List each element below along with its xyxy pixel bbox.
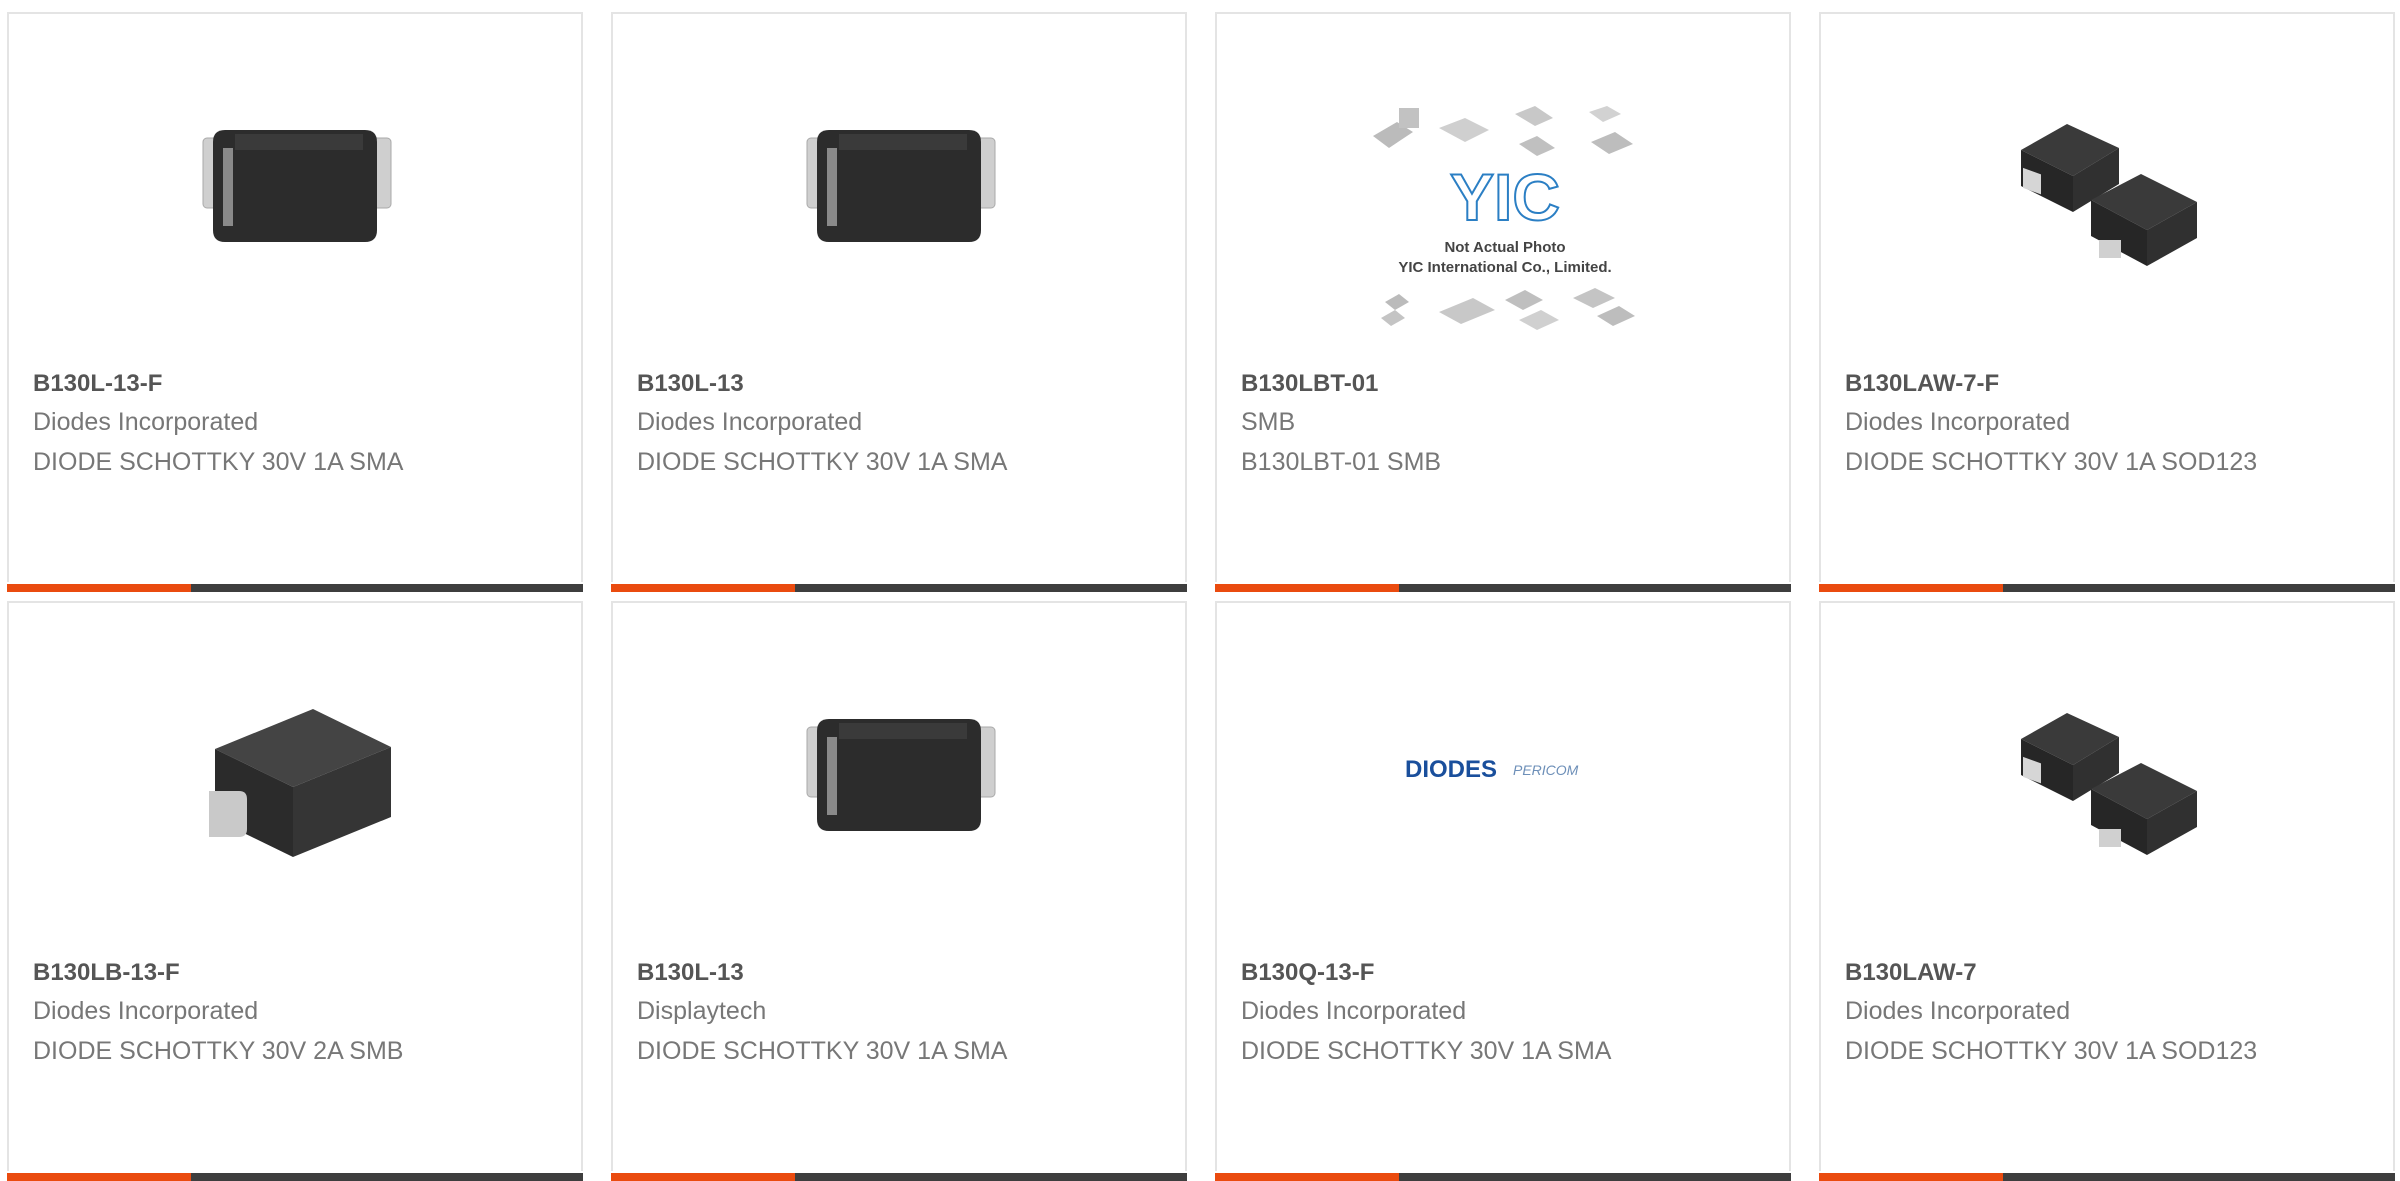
product-card[interactable]: B130L-13 Displaytech DIODE SCHOTTKY 30V … xyxy=(611,601,1187,1181)
description: DIODE SCHOTTKY 30V 1A SMA xyxy=(33,448,404,476)
product-grid: B130L-13-F Diodes Incorporated DIODE SCH… xyxy=(0,0,2400,1181)
manufacturer: Diodes Incorporated xyxy=(33,408,259,436)
product-card[interactable]: B130LAW-7 Diodes Incorporated DIODE SCHO… xyxy=(1819,601,2395,1181)
card-accent xyxy=(1215,1173,1399,1181)
part-number[interactable]: B130LAW-7-F xyxy=(1845,370,1999,398)
manufacturer: Diodes Incorporated xyxy=(1845,408,2071,436)
card-bottom-bar xyxy=(1215,1173,1791,1181)
description: DIODE SCHOTTKY 30V 1A SMA xyxy=(637,448,1008,476)
svg-text:YIC International Co., Limited: YIC International Co., Limited. xyxy=(1398,259,1611,276)
sma-diode-package-icon xyxy=(202,130,392,242)
card-bottom-bar xyxy=(1819,584,2395,592)
description: DIODE SCHOTTKY 30V 1A SMA xyxy=(1241,1037,1612,1065)
product-image[interactable] xyxy=(195,90,399,294)
manufacturer: Diodes Incorporated xyxy=(637,408,863,436)
part-number[interactable]: B130Q-13-F xyxy=(1241,959,1374,987)
card-accent xyxy=(611,1173,795,1181)
part-number[interactable]: B130L-13-F xyxy=(33,370,162,398)
description: B130LBT-01 SMB xyxy=(1241,448,1442,476)
svg-text:PERICOM: PERICOM xyxy=(1513,762,1579,778)
card-bottom-bar xyxy=(1819,1173,2395,1181)
product-image[interactable]: YIC Not Actual Photo YIC International C… xyxy=(1369,102,1641,342)
manufacturer: Displaytech xyxy=(637,997,767,1025)
svg-text:DIODES: DIODES xyxy=(1405,756,1497,783)
card-bottom-bar xyxy=(7,1173,583,1181)
card-bottom-bar xyxy=(1215,584,1791,592)
product-card[interactable]: DIODES PERICOM B130Q-13-F Diodes Incorpo… xyxy=(1215,601,1791,1181)
part-number[interactable]: B130LB-13-F xyxy=(33,959,180,987)
card-bottom-bar xyxy=(611,1173,1187,1181)
manufacturer: Diodes Incorporated xyxy=(33,997,259,1025)
product-image[interactable] xyxy=(2007,90,2211,294)
card-accent xyxy=(7,1173,191,1181)
yic-placeholder-icon: YIC Not Actual Photo YIC International C… xyxy=(1373,106,1635,330)
product-card[interactable]: B130L-13-F Diodes Incorporated DIODE SCH… xyxy=(7,12,583,592)
part-number[interactable]: B130LAW-7 xyxy=(1845,959,1977,987)
product-card[interactable]: B130L-13 Diodes Incorporated DIODE SCHOT… xyxy=(611,12,1187,592)
card-accent xyxy=(7,584,191,592)
part-number[interactable]: B130LBT-01 xyxy=(1241,370,1378,398)
description: DIODE SCHOTTKY 30V 1A SMA xyxy=(637,1037,1008,1065)
product-image[interactable] xyxy=(2007,679,2211,883)
sod123-package-icon xyxy=(2021,713,2197,855)
card-accent xyxy=(611,584,795,592)
card-accent xyxy=(1819,584,2003,592)
product-image[interactable] xyxy=(799,90,1003,294)
product-card[interactable]: YIC Not Actual Photo YIC International C… xyxy=(1215,12,1791,592)
sma-diode-package-icon xyxy=(806,719,996,831)
description: DIODE SCHOTTKY 30V 2A SMB xyxy=(33,1037,404,1065)
card-bottom-bar xyxy=(611,584,1187,592)
product-image[interactable] xyxy=(799,679,1003,883)
manufacturer: Diodes Incorporated xyxy=(1241,997,1467,1025)
part-number[interactable]: B130L-13 xyxy=(637,370,744,398)
product-image[interactable]: DIODES PERICOM xyxy=(1403,751,1607,791)
card-accent xyxy=(1215,584,1399,592)
product-image[interactable] xyxy=(195,679,399,883)
product-card[interactable]: B130LB-13-F Diodes Incorporated DIODE SC… xyxy=(7,601,583,1181)
description: DIODE SCHOTTKY 30V 1A SOD123 xyxy=(1845,1037,2258,1065)
manufacturer: SMB xyxy=(1241,408,1296,436)
smb-diode-package-icon xyxy=(209,709,391,857)
card-bottom-bar xyxy=(7,584,583,592)
card-accent xyxy=(1819,1173,2003,1181)
product-card[interactable]: B130LAW-7-F Diodes Incorporated DIODE SC… xyxy=(1819,12,2395,592)
description: DIODE SCHOTTKY 30V 1A SOD123 xyxy=(1845,448,2258,476)
sma-diode-package-icon xyxy=(806,130,996,242)
sod123-package-icon xyxy=(2021,124,2197,266)
svg-text:Not Actual Photo: Not Actual Photo xyxy=(1444,239,1565,256)
manufacturer: Diodes Incorporated xyxy=(1845,997,2071,1025)
diodes-pericom-logo-icon: DIODES PERICOM xyxy=(1405,756,1579,783)
svg-text:YIC: YIC xyxy=(1450,160,1560,234)
part-number[interactable]: B130L-13 xyxy=(637,959,744,987)
